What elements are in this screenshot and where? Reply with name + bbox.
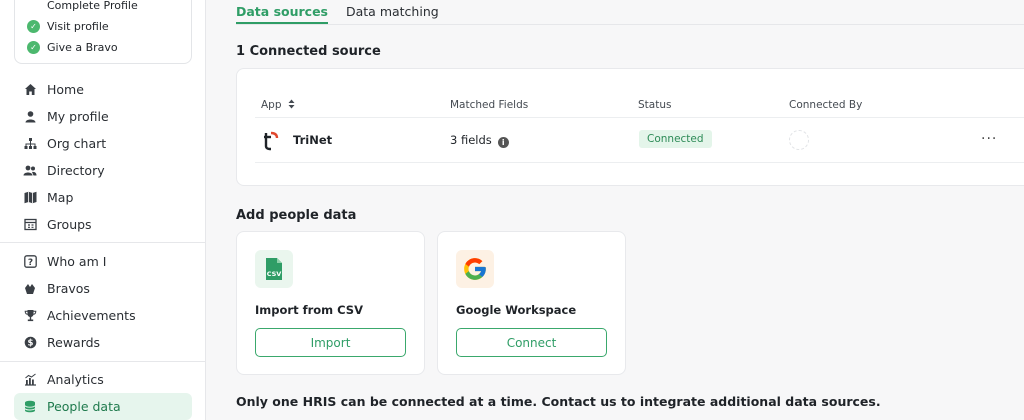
avatar [789,130,809,150]
sidebar-item-my-profile[interactable]: My profile [0,103,205,130]
checklist-item-label: Complete Profile [47,0,138,12]
sidebar-item-bravos[interactable]: Bravos [0,275,205,302]
info-icon[interactable]: i [497,137,509,148]
svg-text:$: $ [27,339,33,349]
tab-bar: Data sources Data matching [236,0,439,26]
table-divider [255,117,1024,118]
tile-title: Import from CSV [255,303,363,317]
sidebar-item-label: Org chart [47,136,107,151]
csv-file-icon: CSV [255,250,293,288]
status-badge: Connected [639,130,712,148]
sidebar-divider [0,361,205,362]
hands-icon [23,282,37,296]
sidebar-item-label: Rewards [47,335,101,350]
home-icon [23,83,37,97]
sidebar-item-home[interactable]: Home [0,76,205,103]
tile-title: Google Workspace [456,303,577,317]
trophy-icon [23,309,37,323]
connected-sources-card: App Matched Fields Status Connected By T… [236,68,1024,186]
table-divider [255,162,1024,163]
hris-limit-note: Only one HRIS can be connected at a time… [236,394,881,409]
checklist-item-label: Visit profile [47,20,109,33]
column-header-matched-fields: Matched Fields [450,99,529,111]
sidebar-item-label: Home [47,82,84,97]
google-workspace-tile: Google Workspace Connect [437,231,626,375]
nav-main: Home My profile Org chart Directory Map … [0,76,205,238]
google-icon [456,250,494,288]
check-circle-icon: ✓ [27,41,40,54]
sidebar-item-analytics[interactable]: Analytics [0,366,205,393]
sidebar-item-label: Analytics [47,372,104,387]
csv-import-tile: CSV Import from CSV Import [236,231,425,375]
nav-admin: Analytics People data [0,366,205,420]
add-people-data-title: Add people data [236,208,357,223]
tab-divider [236,24,1024,25]
sidebar-item-directory[interactable]: Directory [0,157,205,184]
column-header-connected-by: Connected By [789,99,863,111]
question-icon: ? [23,255,37,269]
checklist-item[interactable]: ✓ Visit profile [27,16,191,37]
sidebar-item-label: Map [47,190,74,205]
dollar-icon: $ [23,336,37,350]
column-header-app[interactable]: App [261,99,295,112]
svg-text:?: ? [27,258,32,268]
sidebar: Complete Profile ✓ Visit profile ✓ Give … [0,0,206,420]
column-header-status: Status [638,99,672,111]
map-icon [23,191,37,205]
import-button[interactable]: Import [255,328,406,357]
svg-text:CSV: CSV [267,270,282,278]
trinet-logo-icon [263,131,279,151]
more-options-icon[interactable]: ··· [981,131,997,147]
tab-data-sources[interactable]: Data sources [236,0,328,24]
nav-engage: ? Who am I Bravos Achievements $ Rewards [0,248,205,356]
checklist-item-label: Give a Bravo [47,41,118,54]
tab-data-matching[interactable]: Data matching [346,0,439,24]
connected-sources-title: 1 Connected source [236,44,381,59]
app-name: TriNet [293,133,333,147]
onboarding-checklist: Complete Profile ✓ Visit profile ✓ Give … [14,0,192,64]
main-content: Data sources Data matching 1 Connected s… [206,0,1024,420]
matched-fields-value: 3 fields [450,133,492,147]
checklist-item[interactable]: Complete Profile [27,0,191,16]
sidebar-divider [0,242,205,243]
column-header-label: App [261,99,282,111]
sidebar-item-label: Directory [47,163,105,178]
connect-button[interactable]: Connect [456,328,607,357]
sidebar-item-label: My profile [47,109,109,124]
sidebar-item-people-data[interactable]: People data [14,393,192,420]
chart-icon [23,373,37,387]
groups-icon [23,218,37,232]
check-circle-icon: ✓ [27,20,40,33]
sidebar-item-who-am-i[interactable]: ? Who am I [0,248,205,275]
sidebar-item-label: Groups [47,217,92,232]
user-icon [23,110,37,124]
org-chart-icon [23,137,37,151]
sidebar-item-groups[interactable]: Groups [0,211,205,238]
sidebar-item-rewards[interactable]: $ Rewards [0,329,205,356]
users-icon [23,164,37,178]
matched-fields-cell: 3 fields i [450,133,509,148]
sidebar-item-org-chart[interactable]: Org chart [0,130,205,157]
sidebar-item-achievements[interactable]: Achievements [0,302,205,329]
checklist-status-icon [27,0,40,12]
database-icon [23,400,37,414]
sidebar-item-label: Bravos [47,281,90,296]
sidebar-item-label: Achievements [47,308,136,323]
sidebar-item-label: Who am I [47,254,107,269]
sidebar-item-label: People data [47,399,121,414]
sidebar-item-map[interactable]: Map [0,184,205,211]
sort-icon[interactable] [288,99,295,112]
checklist-item[interactable]: ✓ Give a Bravo [27,37,191,58]
